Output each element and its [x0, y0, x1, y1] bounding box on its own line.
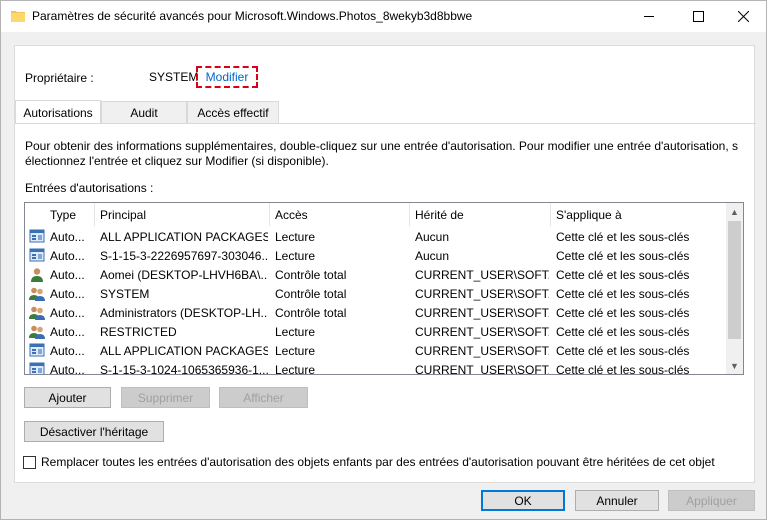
maximize-icon — [692, 11, 704, 22]
row-type: Auto... — [50, 229, 85, 244]
row-type: Auto... — [50, 324, 85, 339]
column-header-principal[interactable]: Principal — [95, 203, 270, 226]
row-type: Auto... — [50, 343, 85, 358]
row-inherited-from: CURRENT_USER\SOFT... — [415, 305, 549, 320]
row-inherited-from: CURRENT_USER\SOFT... — [415, 324, 549, 339]
owner-label: Propriétaire : — [25, 71, 94, 85]
folder-icon — [11, 9, 25, 22]
row-principal: RESTRICTED — [100, 324, 177, 339]
row-access: Lecture — [275, 362, 316, 375]
scroll-down-arrow-icon[interactable]: ▼ — [726, 357, 743, 374]
row-principal: ALL APPLICATION PACKAGES — [100, 229, 268, 244]
row-applies-to: Cette clé et les sous-clés — [556, 324, 690, 339]
row-inherited-from: Aucun — [415, 229, 450, 244]
row-inherited-from: CURRENT_USER\SOFT... — [415, 362, 549, 375]
cancel-button[interactable]: Annuler — [575, 490, 659, 511]
security-settings-window: Paramètres de sécurité avancés pour Micr… — [0, 0, 767, 520]
package-icon — [29, 343, 45, 358]
row-inherited-from: CURRENT_USER\SOFT... — [415, 267, 549, 282]
scrollbar-thumb[interactable] — [728, 221, 741, 339]
group-icon — [29, 324, 45, 339]
row-principal: SYSTEM — [100, 286, 150, 301]
minimize-icon — [643, 16, 654, 17]
user-icon — [29, 267, 45, 282]
row-access: Lecture — [275, 324, 316, 339]
row-applies-to: Cette clé et les sous-clés — [556, 267, 690, 282]
row-access: Lecture — [275, 229, 316, 244]
package-icon — [29, 362, 45, 374]
tab-permissions[interactable]: Autorisations — [15, 100, 101, 124]
remove-button[interactable]: Supprimer — [121, 387, 210, 408]
entries-label: Entrées d'autorisations : — [25, 181, 154, 195]
table-row[interactable]: Auto... Aomei (DESKTOP-LHVH6BA\... Contrôl… — [25, 265, 727, 284]
table-row[interactable]: Auto... S-1-15-3-1024-1065365936-1... Lect… — [25, 360, 727, 375]
row-access: Contrôle total — [275, 267, 347, 282]
row-principal: S-1-15-3-2226957697-303046... — [100, 248, 268, 263]
row-inherited-from: CURRENT_USER\SOFT... — [415, 286, 549, 301]
row-type: Auto... — [50, 362, 85, 375]
row-applies-to: Cette clé et les sous-clés — [556, 229, 690, 244]
row-inherited-from: Aucun — [415, 248, 450, 263]
window-title: Paramètres de sécurité avancés pour Micr… — [32, 9, 473, 23]
row-principal: ALL APPLICATION PACKAGES — [100, 343, 268, 358]
row-principal: S-1-15-3-1024-1065365936-1... — [100, 362, 268, 375]
maximize-button[interactable] — [675, 1, 721, 32]
apply-button[interactable]: Appliquer — [668, 490, 755, 511]
row-applies-to: Cette clé et les sous-clés — [556, 362, 690, 375]
modify-owner-link[interactable]: Modifier — [196, 66, 258, 88]
row-applies-to: Cette clé et les sous-clés — [556, 286, 690, 301]
scroll-up-arrow-icon[interactable]: ▲ — [726, 203, 743, 220]
tab-effective-access[interactable]: Accès effectif — [187, 101, 279, 123]
minimize-button[interactable] — [626, 1, 672, 32]
disable-inheritance-button[interactable]: Désactiver l'héritage — [24, 421, 164, 442]
row-type: Auto... — [50, 248, 85, 263]
table-row[interactable]: Auto... SYSTEM Contrôle total CURRENT_USER\… — [25, 284, 727, 303]
column-header-type[interactable]: Type — [45, 203, 95, 226]
column-header-inherited-from[interactable]: Hérité de — [410, 203, 551, 226]
row-access: Contrôle total — [275, 305, 347, 320]
row-type: Auto... — [50, 305, 85, 320]
package-icon — [29, 248, 45, 263]
table-row[interactable]: Auto... Administrators (DESKTOP-LH... Cont… — [25, 303, 727, 322]
group-icon — [29, 286, 45, 301]
view-button[interactable]: Afficher — [219, 387, 308, 408]
replace-child-permissions-label: Remplacer toutes les entrées d'autorisat… — [41, 455, 715, 469]
close-button[interactable] — [720, 1, 766, 32]
tab-divider — [14, 123, 756, 124]
row-type: Auto... — [50, 267, 85, 282]
list-header: Type Principal Accès Hérité de S'appliqu… — [25, 203, 727, 226]
column-header-access[interactable]: Accès — [270, 203, 410, 226]
title-bar[interactable]: Paramètres de sécurité avancés pour Micr… — [1, 1, 766, 32]
table-row[interactable]: Auto... ALL APPLICATION PACKAGES Lecture CU… — [25, 341, 727, 360]
permission-entries-list[interactable]: Type Principal Accès Hérité de S'appliqu… — [24, 202, 744, 375]
owner-value: SYSTEM — [149, 70, 199, 84]
row-access: Lecture — [275, 343, 316, 358]
row-applies-to: Cette clé et les sous-clés — [556, 248, 690, 263]
replace-child-permissions-checkbox[interactable] — [23, 456, 36, 469]
column-header-applies-to[interactable]: S'applique à — [551, 203, 727, 226]
add-button[interactable]: Ajouter — [24, 387, 111, 408]
close-icon — [737, 11, 749, 22]
row-type: Auto... — [50, 286, 85, 301]
ok-button[interactable]: OK — [481, 490, 565, 511]
tab-audit[interactable]: Audit — [101, 101, 187, 123]
table-row[interactable]: Auto... RESTRICTED Lecture CURRENT_USER\SOF… — [25, 322, 727, 341]
row-access: Contrôle total — [275, 286, 347, 301]
row-applies-to: Cette clé et les sous-clés — [556, 343, 690, 358]
row-principal: Aomei (DESKTOP-LHVH6BA\... — [100, 267, 268, 282]
row-applies-to: Cette clé et les sous-clés — [556, 305, 690, 320]
table-row[interactable]: Auto... ALL APPLICATION PACKAGES Lecture Au… — [25, 227, 727, 246]
row-principal: Administrators (DESKTOP-LH... — [100, 305, 268, 320]
info-text: Pour obtenir des informations supplément… — [25, 139, 738, 168]
group-icon — [29, 305, 45, 320]
row-access: Lecture — [275, 248, 316, 263]
package-icon — [29, 229, 45, 244]
row-inherited-from: CURRENT_USER\SOFT... — [415, 343, 549, 358]
vertical-scrollbar[interactable]: ▲ ▼ — [726, 203, 743, 374]
table-row[interactable]: Auto... S-1-15-3-2226957697-303046... Lect… — [25, 246, 727, 265]
